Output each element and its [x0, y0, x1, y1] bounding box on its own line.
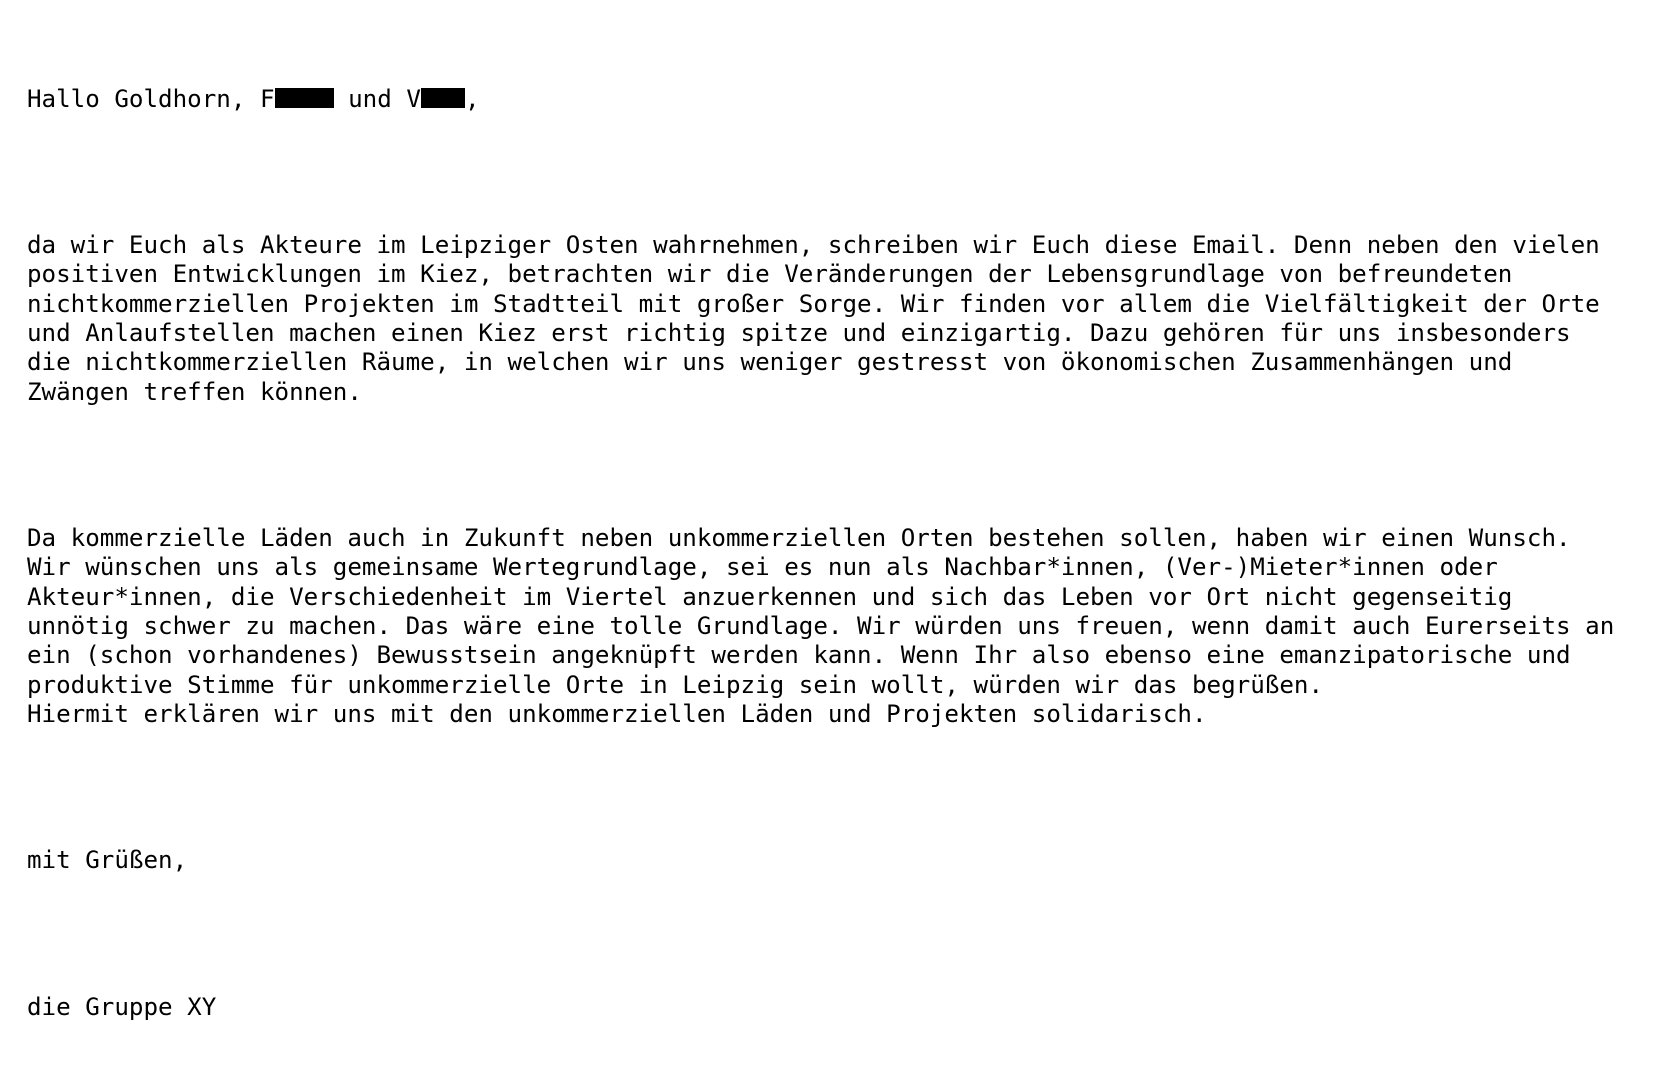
- paragraph-2: Da kommerzielle Läden auch in Zukunft ne…: [27, 524, 1637, 729]
- text-line: da wir Euch als Akteure im Leipziger Ost…: [27, 231, 1600, 260]
- greeting-line: Hallo Goldhorn, F und V,: [27, 85, 1637, 114]
- text-line: nichtkommerziellen Projekten im Stadttei…: [27, 289, 1600, 318]
- text-line: Akteur*innen, die Verschiedenheit im Vie…: [27, 582, 1513, 611]
- greeting-suffix: ,: [464, 84, 480, 113]
- text-line: Da kommerzielle Läden auch in Zukunft ne…: [27, 524, 1571, 553]
- text-line: unnötig schwer zu machen. Das wäre eine …: [27, 611, 1615, 640]
- text-line: produktive Stimme für unkommerzielle Ort…: [27, 670, 1324, 699]
- text-line: die nichtkommerziellen Räume, in welchen…: [27, 348, 1513, 377]
- redaction-block: [274, 87, 334, 108]
- redaction-block: [420, 87, 465, 108]
- text-line: ein (schon vorhandenes) Bewusstsein ange…: [27, 641, 1571, 670]
- text-line: positiven Entwicklungen im Kiez, betrach…: [27, 260, 1513, 289]
- text-line: Zwängen treffen können.: [27, 377, 362, 406]
- paragraph-1: da wir Euch als Akteure im Leipziger Ost…: [27, 231, 1637, 407]
- greeting-middle: und V: [333, 84, 421, 113]
- email-body: Hallo Goldhorn, F und V, da wir Euch als…: [27, 26, 1637, 1081]
- signature-line: die Gruppe XY: [27, 992, 217, 1021]
- text-line: und Anlaufstellen machen einen Kiez erst…: [27, 318, 1571, 347]
- text-line: Hiermit erklären wir uns mit den unkomme…: [27, 699, 1207, 728]
- closing-line: mit Grüßen,: [27, 846, 188, 875]
- text-line: Wir wünschen uns als gemeinsame Wertegru…: [27, 553, 1498, 582]
- greeting-prefix: Hallo Goldhorn, F: [27, 84, 275, 113]
